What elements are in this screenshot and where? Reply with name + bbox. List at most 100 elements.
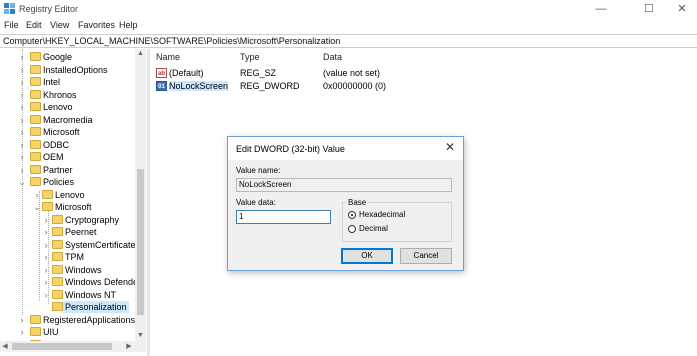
folder-icon — [52, 214, 63, 224]
decimal-label[interactable]: Decimal — [359, 224, 388, 233]
chevron-right-icon[interactable]: › — [18, 76, 26, 88]
hexadecimal-radio[interactable] — [348, 211, 356, 219]
folder-icon — [30, 64, 41, 74]
scroll-left-icon[interactable]: ◀ — [0, 341, 10, 352]
title-bar: Registry Editor — ☐ ✕ — [0, 0, 697, 18]
tree-item[interactable]: Personalization — [0, 301, 135, 313]
maximize-button[interactable]: ☐ — [634, 1, 664, 17]
registry-editor-icon — [4, 3, 15, 14]
menu-bar: File Edit View Favorites Help — [0, 18, 697, 33]
menu-favorites[interactable]: Favorites — [78, 20, 115, 30]
tree-item[interactable]: › Google — [0, 51, 135, 63]
chevron-right-icon[interactable]: › — [18, 314, 26, 326]
tree-item[interactable]: › Windows Defender — [0, 276, 141, 288]
tree-item-label: TPM — [65, 252, 84, 262]
value-row[interactable]: 01 NoLockScreen REG_DWORD 0x00000000 (0) — [150, 80, 697, 93]
tree-item-label: Personalization — [63, 301, 129, 313]
chevron-down-icon[interactable]: ⌄ — [33, 201, 41, 213]
tree-horizontal-scrollbar[interactable]: ◀ ▶ — [0, 341, 146, 352]
window-title: Registry Editor — [19, 4, 79, 14]
column-data-header[interactable]: Data — [323, 52, 342, 62]
tree-item[interactable]: › Peernet — [0, 226, 135, 238]
chevron-right-icon[interactable]: › — [18, 89, 26, 101]
chevron-right-icon[interactable]: › — [33, 189, 41, 201]
chevron-right-icon[interactable]: › — [18, 326, 26, 338]
folder-icon — [52, 277, 63, 286]
chevron-right-icon[interactable]: › — [42, 289, 50, 301]
folder-icon — [52, 252, 63, 261]
string-value-icon: ab — [156, 68, 167, 78]
chevron-right-icon[interactable]: › — [42, 214, 50, 226]
chevron-right-icon[interactable]: › — [18, 101, 26, 113]
tree-item[interactable]: › Lenovo — [0, 189, 135, 201]
scroll-down-icon[interactable]: ▼ — [135, 331, 146, 341]
chevron-right-icon[interactable]: › — [18, 64, 26, 76]
value-data-input[interactable]: 1 — [236, 210, 331, 224]
dialog-close-icon[interactable]: ✕ — [443, 140, 457, 154]
menu-view[interactable]: View — [50, 20, 69, 30]
menu-help[interactable]: Help — [119, 20, 138, 30]
hexadecimal-label[interactable]: Hexadecimal — [359, 210, 405, 219]
tree-item[interactable]: › Khronos — [0, 89, 135, 101]
scroll-up-icon[interactable]: ▲ — [135, 49, 146, 59]
tree-item[interactable]: › Partner — [0, 164, 135, 176]
chevron-right-icon[interactable]: › — [18, 139, 26, 151]
tree-item-label: Windows Defender — [65, 277, 142, 287]
scroll-right-icon[interactable]: ▶ — [124, 341, 134, 352]
tree-item[interactable]: › SystemCertificates — [0, 239, 140, 251]
column-name-header[interactable]: Name — [156, 52, 180, 62]
chevron-right-icon[interactable]: › — [42, 239, 50, 251]
dialog-title: Edit DWORD (32-bit) Value — [236, 144, 345, 154]
menu-edit[interactable]: Edit — [26, 20, 42, 30]
tree-item[interactable]: › InstalledOptions — [0, 64, 135, 76]
chevron-right-icon[interactable]: › — [18, 151, 26, 163]
tree-item[interactable]: › Microsoft — [0, 126, 135, 138]
chevron-right-icon[interactable]: › — [42, 251, 50, 263]
folder-icon — [30, 102, 41, 111]
tree-item[interactable]: › RegisteredApplications — [0, 314, 135, 326]
chevron-right-icon[interactable]: › — [42, 226, 50, 238]
scroll-thumb[interactable] — [137, 169, 144, 315]
tree-item[interactable]: › TPM — [0, 251, 135, 263]
chevron-right-icon[interactable]: › — [18, 126, 26, 138]
tree-item-label: OEM — [43, 152, 64, 162]
tree-vertical-scrollbar[interactable]: ▲ ▼ — [135, 49, 146, 341]
scroll-thumb[interactable] — [12, 343, 112, 350]
key-tree[interactable]: › Google › InstalledOptions › Intel › Khronos › L… — [0, 49, 147, 356]
address-path[interactable]: Computer\HKEY_LOCAL_MACHINE\SOFTWARE\Pol… — [3, 36, 340, 46]
ok-button[interactable]: OK — [341, 248, 393, 264]
chevron-down-icon[interactable]: ⌄ — [18, 176, 26, 188]
tree-item-label: Google — [43, 52, 73, 62]
tree-item[interactable]: › Windows NT — [0, 289, 135, 301]
tree-item[interactable]: ⌄ Microsoft — [0, 201, 135, 213]
tree-item[interactable]: › Macromedia — [0, 114, 135, 126]
folder-icon — [52, 239, 63, 249]
tree-item[interactable]: › Intel — [0, 76, 135, 88]
folder-icon — [30, 139, 41, 149]
tree-item[interactable]: › UIU — [0, 326, 135, 338]
tree-item[interactable]: › ODBC — [0, 139, 135, 151]
address-bar[interactable]: Computer\HKEY_LOCAL_MACHINE\SOFTWARE\Pol… — [0, 34, 697, 48]
tree-item[interactable]: › Windows — [0, 264, 135, 276]
decimal-radio[interactable] — [348, 225, 356, 233]
tree-item[interactable]: › OEM — [0, 151, 135, 163]
column-type-header[interactable]: Type — [240, 52, 260, 62]
folder-icon — [30, 164, 41, 174]
tree-item[interactable]: ⌄ Policies — [0, 176, 135, 188]
menu-file[interactable]: File — [4, 20, 19, 30]
chevron-right-icon[interactable]: › — [18, 51, 26, 63]
tree-item-label: Macromedia — [43, 114, 93, 125]
value-row[interactable]: ab (Default) REG_SZ (value not set) — [150, 67, 697, 80]
chevron-right-icon[interactable]: › — [42, 264, 50, 276]
base-label: Base — [346, 198, 369, 207]
minimize-button[interactable]: — — [586, 1, 616, 17]
tree-item[interactable]: › Lenovo — [0, 101, 135, 113]
cancel-button[interactable]: Cancel — [400, 248, 452, 264]
chevron-right-icon[interactable]: › — [18, 114, 26, 126]
tree-item[interactable]: › Cryptography — [0, 214, 135, 226]
close-button[interactable]: ✕ — [667, 1, 697, 17]
value-type: REG_DWORD — [240, 81, 300, 91]
chevron-right-icon[interactable]: › — [42, 276, 50, 288]
chevron-right-icon[interactable]: › — [18, 164, 26, 176]
folder-icon — [30, 152, 41, 161]
